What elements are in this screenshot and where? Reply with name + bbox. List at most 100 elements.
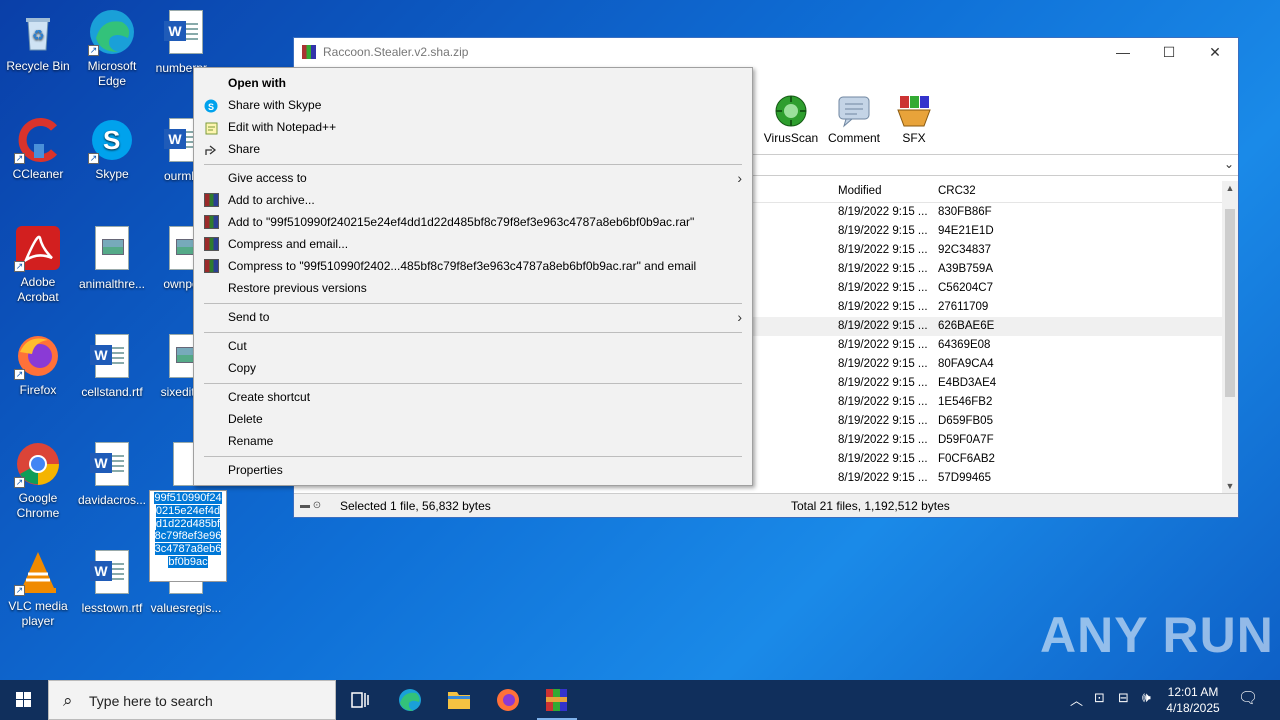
- desktop-icon-chrome[interactable]: ↗ Google Chrome: [0, 440, 76, 521]
- taskbar-clock[interactable]: 12:01 AM 4/18/2025: [1155, 684, 1231, 716]
- menu-separator: [204, 456, 742, 457]
- desktop-icon-label: animalthre...: [78, 277, 146, 291]
- volume-icon[interactable]: 🕪: [1142, 689, 1151, 720]
- task-view-icon: [351, 692, 369, 708]
- menu-item-create-shortcut[interactable]: Create shortcut: [194, 386, 752, 408]
- menu-item-properties[interactable]: Properties: [194, 459, 752, 481]
- taskbar-search-box[interactable]: ⌕ Type here to search: [48, 680, 336, 720]
- desktop-icon-label: Skype: [95, 167, 129, 181]
- menu-item-label: Restore previous versions: [228, 281, 367, 295]
- menu-item-send-to[interactable]: Send to ›: [194, 306, 752, 328]
- desktop-icon-acrobat[interactable]: ↗ Adobe Acrobat: [0, 224, 76, 305]
- taskbar-file-explorer[interactable]: [435, 680, 483, 720]
- desktop-icon-firefox[interactable]: ↗ Firefox: [0, 332, 76, 398]
- minimize-button[interactable]: —: [1100, 38, 1146, 66]
- edge-icon: ↗: [88, 8, 136, 56]
- notification-icon[interactable]: 🗨: [1238, 688, 1258, 720]
- column-header-crc32[interactable]: CRC32: [938, 185, 976, 197]
- menu-item-add-archive[interactable]: Add to archive...: [194, 189, 752, 211]
- desktop-icon-vlc[interactable]: ↗ VLC media player: [0, 548, 76, 629]
- taskbar-firefox[interactable]: [484, 680, 532, 720]
- desktop-icon-ccleaner[interactable]: ↗ CCleaner: [0, 116, 76, 182]
- rename-input[interactable]: 99f510990f240215e24ef4dd1d22d485bf8c79f8…: [149, 490, 227, 582]
- menu-item-compress-to-rar-email[interactable]: Compress to "99f510990f2402...485bf8c79f…: [194, 255, 752, 277]
- cell-crc32: 92C34837: [938, 244, 992, 256]
- maximize-button[interactable]: ☐: [1146, 38, 1192, 66]
- menu-item-label: Add to archive...: [228, 193, 315, 207]
- scroll-up-icon[interactable]: ▲: [1222, 183, 1238, 193]
- search-placeholder: Type here to search: [89, 693, 213, 709]
- toolbar-sfx-button[interactable]: SFX: [884, 94, 944, 145]
- cell-modified: 8/19/2022 9:15 ...: [838, 358, 928, 370]
- rename-text: 99f510990f240215e24ef4dd1d22d485bf8c79f8…: [154, 492, 222, 568]
- winrar-app-icon: [302, 45, 316, 59]
- column-header-modified[interactable]: Modified: [838, 185, 881, 197]
- cell-modified: 8/19/2022 9:15 ...: [838, 263, 928, 275]
- acrobat-icon: ↗: [14, 224, 62, 272]
- clock-date: 4/18/2025: [1166, 701, 1220, 715]
- toolbar-comment-button[interactable]: Comment: [824, 94, 884, 145]
- window-titlebar[interactable]: Raccoon.Stealer.v2.sha.zip: [294, 38, 1238, 66]
- cell-modified: 8/19/2022 9:15 ...: [838, 225, 928, 237]
- menu-item-label: Cut: [228, 339, 247, 353]
- network-tray-icon[interactable]: ⊡: [1094, 690, 1105, 720]
- scroll-down-icon[interactable]: ▼: [1222, 481, 1238, 491]
- menu-item-label: Open with: [228, 76, 286, 90]
- chrome-icon: ↗: [14, 440, 62, 488]
- vertical-scrollbar[interactable]: ▲ ▼: [1222, 181, 1238, 493]
- image-file-icon: [88, 226, 136, 274]
- share-icon: [204, 142, 219, 156]
- desktop-icon-cellstand[interactable]: W cellstand.rtf: [74, 332, 150, 400]
- menu-item-share-skype[interactable]: S Share with Skype: [194, 94, 752, 116]
- desktop-icon-label: cellstand.rtf: [81, 385, 143, 399]
- recycle-bin-icon: ♻: [14, 8, 62, 56]
- desktop-icon-recycle-bin[interactable]: ♻ Recycle Bin: [0, 8, 76, 74]
- word-doc-icon: W: [88, 334, 136, 382]
- desktop-icon-label: davidacros...: [77, 493, 147, 507]
- task-view-button[interactable]: [336, 680, 384, 720]
- start-button[interactable]: [0, 680, 48, 720]
- menu-item-copy[interactable]: Copy: [194, 357, 752, 379]
- ccleaner-icon: ↗: [14, 116, 62, 164]
- menu-item-label: Copy: [228, 361, 257, 375]
- winrar-icon: [204, 237, 219, 251]
- desktop-icon-davidacros[interactable]: W davidacros...: [74, 440, 150, 508]
- cell-modified: 8/19/2022 9:15 ...: [838, 377, 928, 389]
- menu-item-label: Add to "99f510990f240215e24ef4dd1d22d485…: [228, 215, 695, 229]
- menu-item-delete[interactable]: Delete: [194, 408, 752, 430]
- winrar-icon: [204, 193, 219, 207]
- winrar-icon: [204, 215, 219, 229]
- menu-item-cut[interactable]: Cut: [194, 335, 752, 357]
- ethernet-icon[interactable]: ⊟: [1118, 690, 1129, 720]
- taskbar-edge[interactable]: [386, 680, 434, 720]
- chevron-down-icon[interactable]: ⌄: [1224, 157, 1234, 171]
- close-button[interactable]: ✕: [1192, 38, 1238, 66]
- scrollbar-thumb[interactable]: [1225, 209, 1235, 397]
- desktop-icon-lesstown[interactable]: W lesstown.rtf: [74, 548, 150, 616]
- drive-icon: ▬ ⊙: [300, 500, 322, 511]
- toolbar-virusscan-button[interactable]: VirusScan: [761, 94, 821, 145]
- desktop-icon-label: Google Chrome: [16, 491, 60, 520]
- menu-item-compress-email[interactable]: Compress and email...: [194, 233, 752, 255]
- desktop-icon-skype[interactable]: S ↗ Skype: [74, 116, 150, 182]
- desktop-icon-numberpr[interactable]: W numberpr...: [148, 8, 224, 76]
- cell-crc32: 94E21E1D: [938, 225, 994, 237]
- cell-modified: 8/19/2022 9:15 ...: [838, 415, 928, 427]
- window-title: Raccoon.Stealer.v2.sha.zip: [323, 45, 469, 59]
- menu-item-open-with[interactable]: Open with: [194, 72, 752, 94]
- desktop-icon-animalthre[interactable]: animalthre...: [74, 224, 150, 292]
- word-doc-icon: W: [162, 10, 210, 58]
- menu-item-rename[interactable]: Rename: [194, 430, 752, 452]
- menu-item-restore-versions[interactable]: Restore previous versions: [194, 277, 752, 299]
- clock-time: 12:01 AM: [1167, 685, 1219, 699]
- status-selected: Selected 1 file, 56,832 bytes: [340, 499, 491, 513]
- menu-item-give-access[interactable]: Give access to ›: [194, 167, 752, 189]
- menu-item-edit-notepad[interactable]: Edit with Notepad++: [194, 116, 752, 138]
- menu-item-add-to-rar[interactable]: Add to "99f510990f240215e24ef4dd1d22d485…: [194, 211, 752, 233]
- desktop-icon-edge[interactable]: ↗ Microsoft Edge: [74, 8, 150, 89]
- taskbar-winrar[interactable]: [533, 680, 581, 720]
- menu-item-share[interactable]: Share: [194, 138, 752, 160]
- word-doc-icon: W: [88, 550, 136, 598]
- desktop-icon-label: Recycle Bin: [6, 59, 70, 73]
- show-hidden-icons-button[interactable]: ︿: [1070, 690, 1083, 720]
